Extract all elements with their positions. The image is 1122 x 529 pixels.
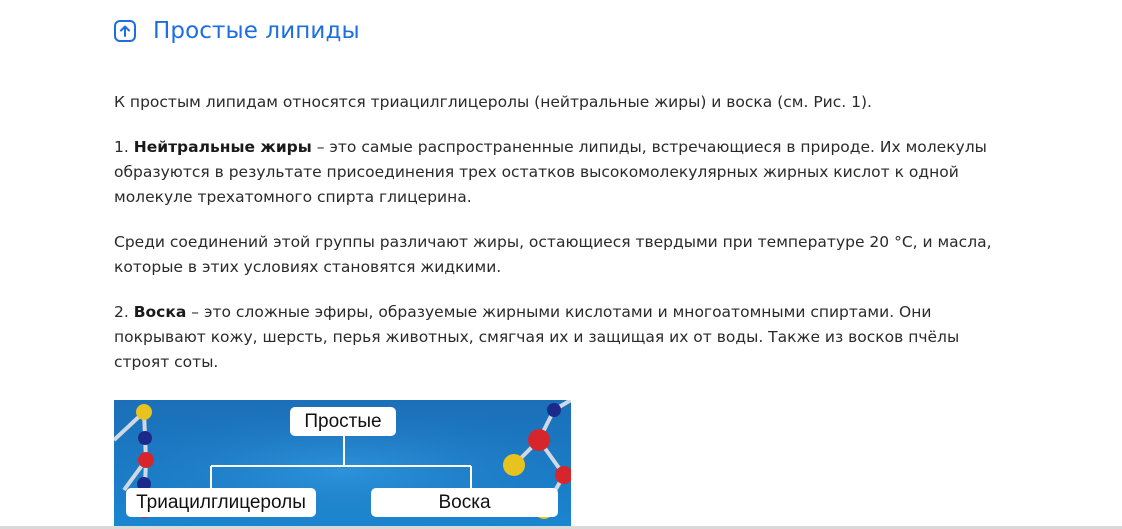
link-arrow-up-icon[interactable]	[113, 19, 137, 43]
section-heading[interactable]: Простые липиды	[113, 14, 360, 48]
list-number: 2.	[114, 303, 134, 321]
article-body: К простым липидам относятся триацилглице…	[114, 90, 994, 395]
term-waxes: Воска	[133, 303, 187, 321]
intro-paragraph: К простым липидам относятся триацилглице…	[114, 93, 872, 111]
root-node: Простые	[290, 407, 396, 436]
child-node-triacylglycerols: Триацилглицеролы	[126, 488, 316, 517]
page: Простые липиды К простым липидам относят…	[0, 0, 1122, 529]
waxes-text: – это сложные эфиры, образуемые жирными …	[114, 303, 960, 371]
list-number: 1.	[114, 138, 134, 156]
child-node-waxes: Воска	[371, 488, 558, 517]
section-title: Простые липиды	[153, 18, 360, 44]
lipids-classification-figure: Простые Триацилглицеролы Воска	[114, 400, 571, 529]
fats-groups-paragraph: Среди соединений этой группы различают ж…	[114, 233, 992, 276]
neutral-fats-paragraph: 1. Нейтральные жиры – это самые распрост…	[114, 135, 994, 210]
term-neutral-fats: Нейтральные жиры	[133, 138, 312, 156]
waxes-paragraph: 2. Воска – это сложные эфиры, образуемые…	[114, 300, 994, 375]
